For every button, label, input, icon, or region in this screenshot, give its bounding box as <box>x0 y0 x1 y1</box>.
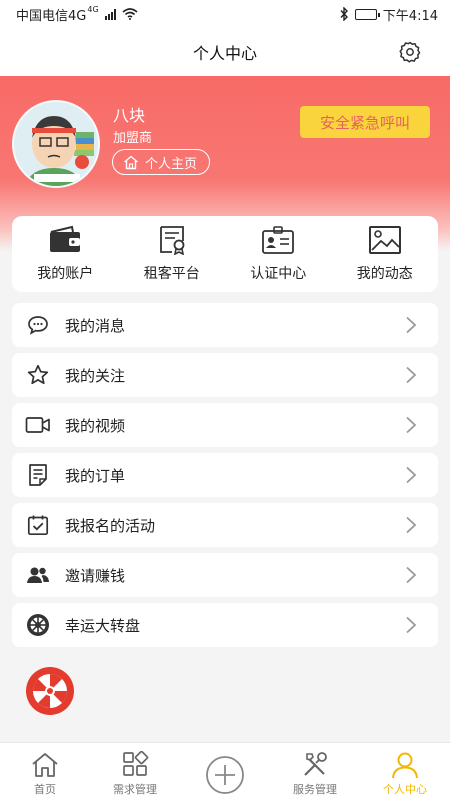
tab-demand-management[interactable]: 需求管理 <box>90 743 180 800</box>
gear-icon[interactable] <box>398 40 422 64</box>
menu-item-lucky-wheel[interactable]: 幸运大转盘 <box>12 603 438 647</box>
personal-homepage-button[interactable]: 个人主页 <box>112 149 211 175</box>
calendar-check-icon <box>25 512 51 538</box>
menu-item-invite-earn[interactable]: 邀请赚钱 <box>12 553 438 597</box>
tab-label: 首页 <box>34 783 56 796</box>
menu-item-messages[interactable]: 我的消息 <box>12 303 438 347</box>
menu-item-label: 我的消息 <box>65 316 126 335</box>
page-title: 个人中心 <box>192 44 257 63</box>
tab-profile[interactable]: 个人中心 <box>360 743 450 800</box>
network-badge: 4G <box>87 4 99 14</box>
menu-item-label: 邀请赚钱 <box>65 566 126 585</box>
menu-item-orders[interactable]: 我的订单 <box>12 453 438 497</box>
home-outline-icon <box>124 155 138 169</box>
chat-bubble-icon <box>25 312 51 338</box>
menu-item-my-events[interactable]: 我报名的活动 <box>12 503 438 547</box>
profile-name: 八块 <box>113 106 146 125</box>
plus-circle-icon <box>206 755 244 794</box>
chevron-right-icon <box>406 516 417 534</box>
tab-home[interactable]: 首页 <box>0 743 90 800</box>
video-camera-icon <box>25 412 51 438</box>
bluetooth-icon <box>340 7 348 21</box>
grid-icon <box>123 751 149 776</box>
quick-link-label: 认证中心 <box>250 266 307 282</box>
tab-service-management[interactable]: 服务管理 <box>270 743 360 800</box>
quick-link-verification-center[interactable]: 认证中心 <box>225 216 332 292</box>
tab-label: 个人中心 <box>383 783 427 796</box>
profile-role: 加盟商 <box>113 131 153 146</box>
chevron-right-icon <box>406 316 417 334</box>
chevron-right-icon <box>406 416 417 434</box>
chevron-right-icon <box>406 366 417 384</box>
wheel-icon <box>25 612 51 638</box>
certificate-icon <box>159 226 185 255</box>
avatar-illustration <box>14 102 98 186</box>
quick-link-my-moments[interactable]: 我的动态 <box>332 216 439 292</box>
status-time: 下午4:14 <box>382 8 438 24</box>
image-icon <box>368 226 401 254</box>
tab-label: 需求管理 <box>113 783 157 796</box>
menu-item-label: 幸运大转盘 <box>65 616 141 635</box>
status-bar: 中国电信4G 4G 下午4:14 <box>0 0 450 28</box>
sos-emergency-label: 安全紧急呼叫 <box>319 113 410 132</box>
menu-item-label: 我的关注 <box>65 366 126 385</box>
avatar[interactable] <box>12 100 100 188</box>
personal-homepage-label: 个人主页 <box>145 156 198 172</box>
bottom-tab-bar: 首页 需求管理 服务管理 个人中心 <box>0 742 450 800</box>
lucky-wheel-floating-button[interactable] <box>25 666 75 716</box>
users-icon <box>25 562 51 588</box>
home-icon <box>32 753 58 777</box>
tab-add[interactable] <box>180 743 270 800</box>
chevron-right-icon <box>406 566 417 584</box>
menu-item-videos[interactable]: 我的视频 <box>12 403 438 447</box>
wifi-icon <box>122 8 138 20</box>
quick-link-label: 租客平台 <box>143 266 200 282</box>
carrier-label: 中国电信4G <box>16 8 87 24</box>
user-icon <box>392 752 418 779</box>
quick-link-label: 我的动态 <box>356 266 413 282</box>
menu-item-label: 我的视频 <box>65 416 126 435</box>
menu-item-label: 我的订单 <box>65 466 126 485</box>
sos-emergency-button[interactable]: 安全紧急呼叫 <box>300 106 430 138</box>
document-icon <box>25 462 51 488</box>
id-card-icon <box>262 226 295 254</box>
menu-item-following[interactable]: 我的关注 <box>12 353 438 397</box>
menu-item-label: 我报名的活动 <box>65 516 156 535</box>
tab-label: 服务管理 <box>293 783 337 796</box>
chevron-right-icon <box>406 616 417 634</box>
wallet-icon <box>50 225 81 252</box>
quick-link-account[interactable]: 我的账户 <box>12 216 119 292</box>
star-icon <box>25 362 51 388</box>
chevron-right-icon <box>406 466 417 484</box>
tools-icon <box>304 752 327 776</box>
quick-links-card: 我的账户 租客平台 认证中心 我的动态 <box>12 216 438 292</box>
top-nav: 个人中心 <box>0 28 450 76</box>
quick-link-label: 我的账户 <box>37 266 94 282</box>
quick-link-tenant-platform[interactable]: 租客平台 <box>119 216 226 292</box>
battery-icon <box>354 8 380 20</box>
signal-icon <box>104 8 116 20</box>
